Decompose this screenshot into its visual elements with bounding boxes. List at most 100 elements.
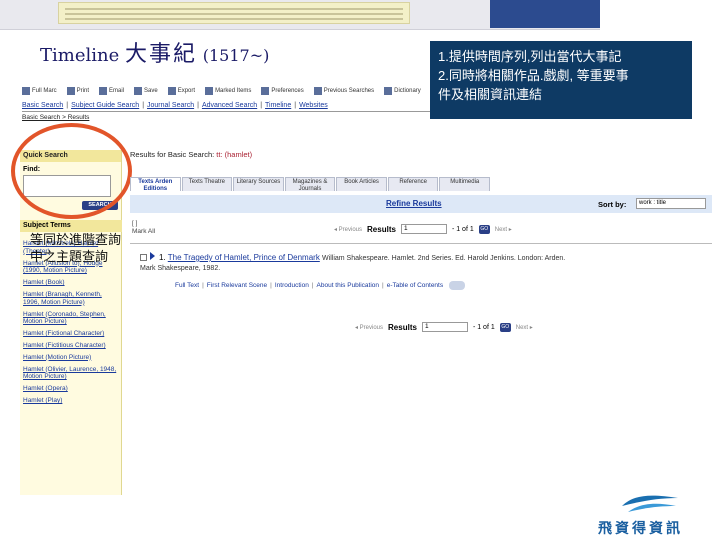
next-link[interactable]: Next ▸	[516, 324, 533, 331]
dictionary-icon	[384, 87, 393, 95]
audio-icon[interactable]	[449, 281, 466, 290]
toolbar-marked-items[interactable]: Marked Items	[205, 87, 251, 95]
marked-items-icon	[205, 87, 214, 95]
pager-label: Results	[388, 322, 417, 332]
tab-texts-theatre[interactable]: Texts Theatre	[181, 177, 233, 191]
breadcrumb[interactable]: Basic Search > Results	[22, 114, 89, 121]
subject-term-link[interactable]: Hamlet (Fictional Character)	[23, 330, 119, 338]
subject-term-link[interactable]: Hamlet (Fictitious Character)	[23, 342, 119, 350]
tab-multimedia[interactable]: Multimedia	[439, 177, 491, 191]
header-banner	[58, 2, 410, 24]
slide-title-years: (1517~)	[202, 46, 270, 65]
tab-magazines-journals[interactable]: Magazines & Journals	[284, 177, 336, 192]
result-title[interactable]: The Tragedy of Hamlet, Prince of Denmark	[168, 253, 320, 262]
logo-text: 飛資得資訊	[598, 521, 683, 537]
link-about-publication[interactable]: About this Publication	[317, 282, 380, 289]
toolbar-full-marc[interactable]: Full Marc	[22, 87, 57, 95]
subject-term-link[interactable]: Hamlet (Motion Picture)	[23, 354, 119, 362]
link-full-text[interactable]: Full Text	[175, 282, 199, 289]
annotation-line: 等同於進階查詢	[30, 233, 122, 248]
export-icon	[167, 87, 176, 95]
result-tabs: Texts Arden Editions Texts Theatre Liter…	[130, 177, 491, 192]
nav-timeline[interactable]: Timeline	[265, 102, 291, 109]
subject-term-link[interactable]: Hamlet (Coronado, Stephen, Motion Pictur…	[23, 311, 119, 327]
link-table-of-contents[interactable]: e-Table of Contents	[387, 282, 443, 289]
toolbar-export[interactable]: Export	[167, 87, 195, 95]
toolbar-email[interactable]: Email	[99, 87, 124, 95]
highlight-circle	[11, 123, 132, 219]
callout-box: 1.提供時間序列,列出當代大事記 2.同時將相關作品.戲劇, 等重要事 件及相關…	[430, 41, 692, 119]
mark-all-label: Mark All	[132, 228, 156, 235]
callout-line: 件及相關資訊連結	[438, 87, 543, 102]
nav-websites[interactable]: Websites	[299, 102, 328, 109]
print-icon	[66, 87, 75, 95]
go-button[interactable]: GO	[478, 224, 490, 234]
results-heading-label: Results for Basic Search:	[130, 150, 215, 159]
sort-label: Sort by:	[598, 200, 627, 209]
pager-bottom: ◂ Previous Results 1 - 1 of 1 GO Next ▸	[355, 322, 533, 332]
tab-literary-sources[interactable]: Literary Sources	[233, 177, 284, 191]
callout-line: 2.同時將相關作品.戲劇, 等重要事	[438, 68, 629, 83]
go-button[interactable]: GO	[499, 322, 511, 332]
link-introduction[interactable]: Introduction	[275, 282, 309, 289]
annotation-line: 中之主題查詢	[30, 250, 109, 265]
history-icon	[313, 87, 322, 95]
mark-all-checkbox[interactable]: [ ]	[132, 220, 155, 228]
tab-reference[interactable]: Reference	[387, 177, 439, 191]
toolbar-dictionary[interactable]: Dictionary	[384, 87, 421, 95]
page-range: - 1 of 1	[451, 225, 474, 233]
subject-term-link[interactable]: Hamlet (Play)	[23, 397, 119, 405]
toolbar-print[interactable]: Print	[66, 87, 89, 95]
search-nav: Basic Search | Subject Guide Search | Jour…	[22, 100, 430, 112]
mark-all[interactable]: [ ] Mark All	[132, 220, 155, 236]
previous-link[interactable]: ◂ Previous	[355, 324, 383, 331]
page-input[interactable]: 1	[421, 322, 468, 332]
result-links: Full Text | First Relevant Scene | Introdu…	[175, 281, 466, 290]
slide-title: Timeline 大事紀 (1517~)	[40, 36, 269, 68]
slide-title-en: Timeline	[40, 45, 120, 66]
link-first-relevant-scene[interactable]: First Relevant Scene	[207, 282, 267, 289]
nav-basic-search[interactable]: Basic Search	[22, 102, 63, 109]
subject-terms-heading: Subject Terms	[20, 220, 122, 232]
toolbar-save[interactable]: Save	[134, 87, 158, 95]
toolbar: Full Marc Print Email Save Export Marked…	[22, 84, 422, 98]
annotation-note: 等同於進階查詢 中之主題查詢	[30, 232, 121, 266]
result-number: 1.	[159, 253, 166, 262]
nav-subject-guide-search[interactable]: Subject Guide Search	[71, 102, 139, 109]
next-link[interactable]: Next ▸	[495, 226, 512, 233]
list-icon	[22, 87, 30, 95]
nav-journal-search[interactable]: Journal Search	[147, 102, 194, 109]
result-meta-2: Mark Shakespeare, 1982.	[140, 265, 221, 272]
previous-link[interactable]: ◂ Previous	[334, 226, 362, 233]
subject-term-link[interactable]: Hamlet (Olivier, Laurence, 1948, Motion …	[23, 366, 119, 382]
nav-advanced-search[interactable]: Advanced Search	[202, 102, 257, 109]
subject-term-link[interactable]: Hamlet (Book)	[23, 279, 119, 287]
subject-term-link[interactable]: Hamlet (Branagh, Kenneth, 1996, Motion P…	[23, 291, 119, 307]
results-heading: Results for Basic Search: tt: (hamlet)	[130, 150, 252, 159]
callout-line: 1.提供時間序列,列出當代大事記	[438, 49, 622, 64]
wave-logo-icon	[622, 495, 678, 512]
refine-results-link[interactable]: Refine Results	[386, 199, 442, 208]
sort-select[interactable]: work : title	[636, 198, 706, 209]
save-icon	[134, 87, 143, 95]
pager-label: Results	[367, 224, 396, 234]
toolbar-previous-searches[interactable]: Previous Searches	[313, 87, 374, 95]
arrow-icon	[150, 252, 155, 260]
slide-title-zh: 大事紀	[124, 42, 197, 67]
tab-book-articles[interactable]: Book Articles	[336, 177, 387, 191]
refine-bar: Refine Results Sort by: work : title	[130, 195, 712, 213]
header-logo-block	[490, 0, 600, 28]
result-checkbox[interactable]	[140, 254, 147, 261]
email-icon	[99, 87, 108, 95]
page-input[interactable]: 1	[400, 224, 447, 234]
subject-term-link[interactable]: Hamlet (Opera)	[23, 385, 119, 393]
preferences-icon	[261, 87, 270, 95]
results-query: tt: (hamlet)	[216, 150, 253, 159]
tab-texts-arden[interactable]: Texts Arden Editions	[130, 177, 181, 192]
browser-top-band	[0, 0, 600, 30]
toolbar-preferences[interactable]: Preferences	[261, 87, 304, 95]
page-range: - 1 of 1	[472, 323, 495, 331]
pager-top: ◂ Previous Results 1 - 1 of 1 GO Next ▸	[334, 224, 512, 234]
divider	[130, 243, 712, 244]
company-logo: 飛資得資訊	[586, 492, 716, 540]
